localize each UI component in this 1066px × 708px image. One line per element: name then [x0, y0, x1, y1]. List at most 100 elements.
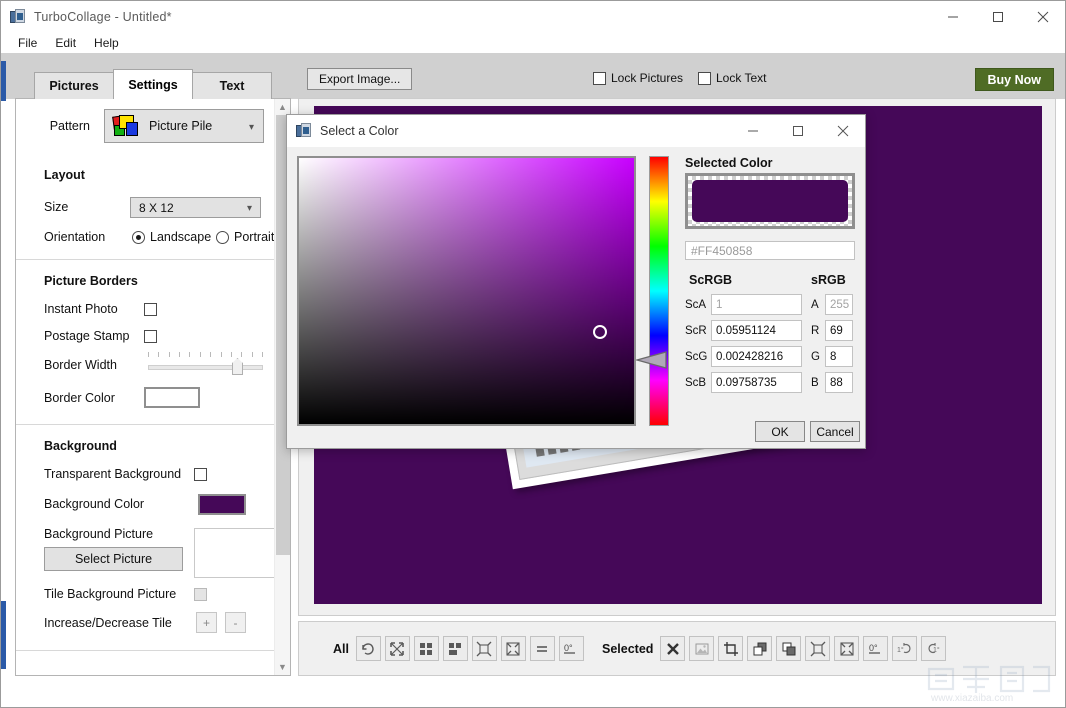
all-label: All [333, 642, 349, 656]
send-backward-icon[interactable] [776, 636, 801, 661]
dialog-minimize-icon[interactable] [730, 115, 775, 147]
decrease-tile-button[interactable]: - [225, 612, 246, 633]
divider [16, 259, 275, 260]
transparent-background-checkbox[interactable] [194, 468, 207, 481]
hex-color-input[interactable]: #FF450858 [685, 241, 855, 260]
shrink-icon[interactable] [834, 636, 859, 661]
lock-pictures-label: Lock Pictures [611, 71, 683, 85]
rotate-zero-icon[interactable]: 0° [863, 636, 888, 661]
fit-in-icon[interactable] [501, 636, 526, 661]
divider [16, 424, 275, 425]
selected-label: Selected [602, 642, 653, 656]
select-picture-button[interactable]: Select Picture [44, 547, 183, 571]
scrgb-r-input[interactable]: 0.05951124 [711, 320, 802, 341]
pattern-dropdown[interactable]: Picture Pile ▾ [104, 109, 264, 143]
ok-button[interactable]: OK [755, 421, 805, 442]
pattern-row: Pattern Picture Pile ▾ [16, 109, 275, 143]
bring-forward-icon[interactable] [747, 636, 772, 661]
srgb-g-input[interactable]: 8 [825, 346, 853, 367]
rotate-zero-icon[interactable]: 0° [559, 636, 584, 661]
chevron-down-icon: ▾ [249, 122, 254, 133]
divider [16, 650, 275, 651]
tile-background-checkbox[interactable] [194, 588, 207, 601]
cancel-button[interactable]: Cancel [810, 421, 860, 442]
pattern-value: Picture Pile [149, 119, 212, 133]
size-dropdown[interactable]: 8 X 12 ▾ [130, 197, 261, 218]
window-title: TurboCollage - Untitled* [34, 10, 172, 24]
scrgb-b-input[interactable]: 0.09758735 [711, 372, 802, 393]
dialog-maximize-icon[interactable] [775, 115, 820, 147]
grid-mixed-icon[interactable] [443, 636, 468, 661]
background-color-label: Background Color [44, 497, 144, 511]
srgb-r-label: R [811, 325, 825, 337]
selected-color-label: Selected Color [685, 156, 773, 170]
crop-icon[interactable] [718, 636, 743, 661]
fit-out-icon[interactable] [472, 636, 497, 661]
tab-settings[interactable]: Settings [113, 69, 193, 99]
scroll-down-icon[interactable]: ▼ [275, 659, 290, 675]
scrgb-a-row: ScA 1 [685, 294, 802, 315]
delete-icon[interactable] [660, 636, 685, 661]
scrgb-a-input[interactable]: 1 [711, 294, 802, 315]
accent-strip-top [1, 61, 6, 101]
rotate-cw-icon[interactable]: 1° [921, 636, 946, 661]
export-image-button[interactable]: Export Image... [307, 68, 412, 90]
hue-slider[interactable] [649, 156, 669, 426]
border-width-slider[interactable] [148, 351, 263, 377]
size-value: 8 X 12 [139, 201, 174, 215]
buy-now-button[interactable]: Buy Now [975, 68, 1054, 91]
tile-size-label: Increase/Decrease Tile [44, 616, 194, 630]
postage-stamp-checkbox[interactable] [144, 330, 157, 343]
grid-even-icon[interactable] [414, 636, 439, 661]
svg-text:1°: 1° [897, 646, 904, 654]
srgb-r-input[interactable]: 69 [825, 320, 853, 341]
pattern-label: Pattern [16, 119, 104, 133]
radio-portrait[interactable]: Portrait [216, 230, 274, 244]
maximize-icon[interactable] [975, 1, 1020, 32]
slider-track [148, 365, 263, 370]
scroll-up-icon[interactable]: ▲ [275, 99, 290, 115]
svg-text:0°: 0° [564, 643, 573, 653]
expand-icon[interactable] [385, 636, 410, 661]
tab-bar: Pictures Settings Text [34, 69, 271, 99]
menu-item-help[interactable]: Help [85, 34, 128, 52]
srgb-b-input[interactable]: 88 [825, 372, 853, 393]
shuffle-icon[interactable] [356, 636, 381, 661]
border-color-swatch[interactable] [144, 387, 200, 408]
tab-pictures[interactable]: Pictures [34, 72, 114, 99]
background-color-swatch[interactable] [198, 494, 246, 515]
selected-color-preview [685, 173, 855, 229]
menu-item-edit[interactable]: Edit [46, 34, 85, 52]
background-picture-preview[interactable] [194, 528, 276, 578]
srgb-g-row: G 8 [811, 346, 853, 367]
scrgb-g-input[interactable]: 0.002428216 [711, 346, 802, 367]
portrait-label: Portrait [234, 230, 274, 244]
srgb-a-row: A 255 [811, 294, 853, 315]
dialog-window-controls [730, 115, 865, 147]
slider-thumb[interactable] [232, 358, 243, 375]
hue-slider-marker[interactable] [636, 351, 668, 369]
close-icon[interactable] [1020, 1, 1065, 32]
srgb-a-input[interactable]: 255 [825, 294, 853, 315]
dialog-title-bar: Select a Color [287, 115, 865, 147]
increase-tile-button[interactable]: + [196, 612, 217, 633]
tab-text[interactable]: Text [192, 72, 272, 99]
title-bar: TurboCollage - Untitled* [1, 1, 1065, 32]
turbocollage-icon [10, 9, 26, 25]
enlarge-icon[interactable] [805, 636, 830, 661]
replace-image-icon[interactable] [689, 636, 714, 661]
saturation-value-picker[interactable] [297, 156, 636, 426]
instant-photo-checkbox[interactable] [144, 303, 157, 316]
scrgb-g-label: ScG [685, 351, 711, 363]
tile-background-label: Tile Background Picture [44, 587, 189, 601]
menu-item-file[interactable]: File [9, 34, 46, 52]
radio-landscape[interactable]: Landscape [132, 230, 211, 244]
rotate-ccw-icon[interactable]: 1° [892, 636, 917, 661]
lock-text-checkbox[interactable]: Lock Text [698, 71, 766, 85]
color-picker-cursor[interactable] [593, 325, 607, 339]
lock-pictures-checkbox[interactable]: Lock Pictures [593, 71, 683, 85]
background-picture-label: Background Picture [44, 527, 153, 541]
dialog-close-icon[interactable] [820, 115, 865, 147]
equalize-icon[interactable] [530, 636, 555, 661]
minimize-icon[interactable] [930, 1, 975, 32]
